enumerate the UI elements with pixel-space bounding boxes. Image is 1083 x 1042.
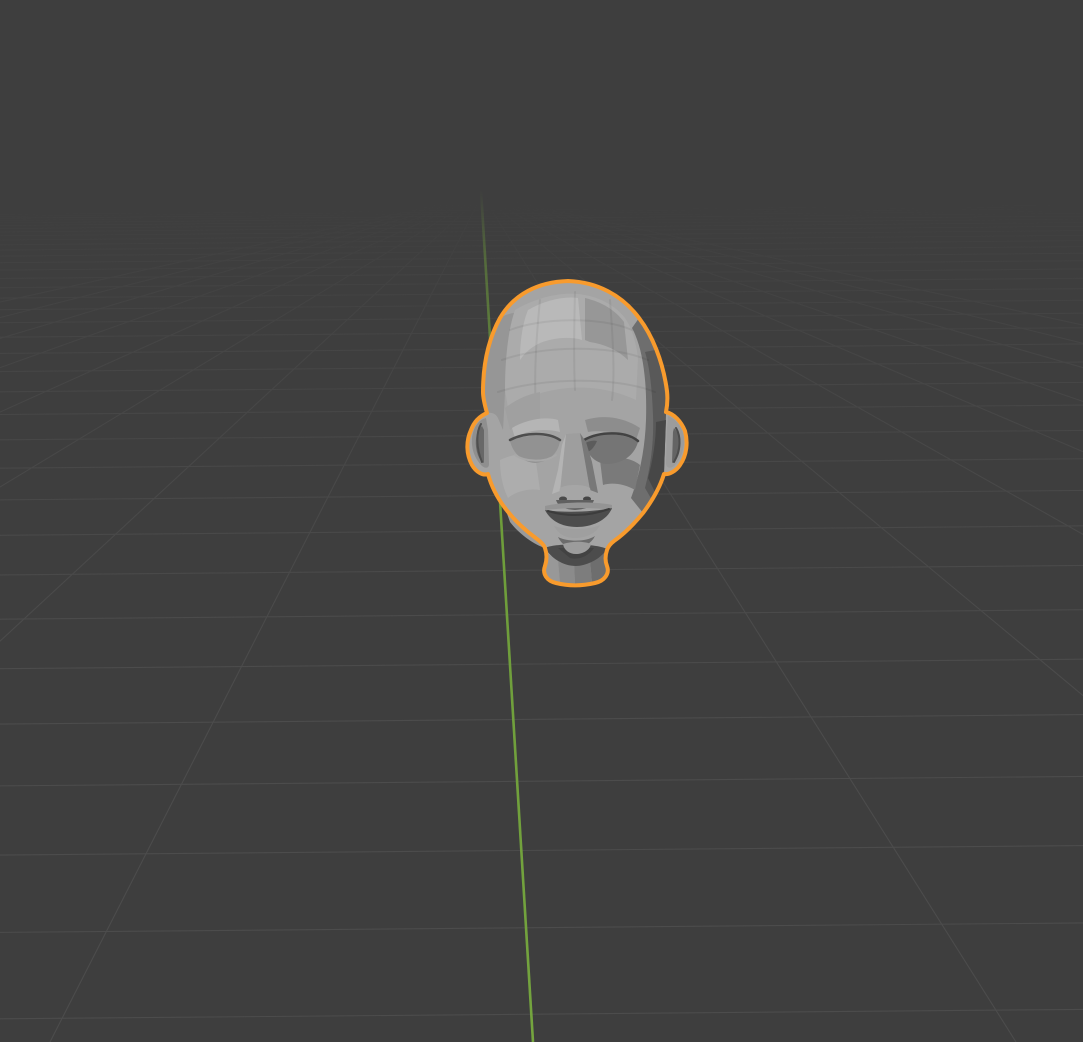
- scene-canvas[interactable]: [0, 0, 1083, 1042]
- viewport[interactable]: [0, 0, 1083, 1042]
- head-object[interactable]: [465, 279, 689, 588]
